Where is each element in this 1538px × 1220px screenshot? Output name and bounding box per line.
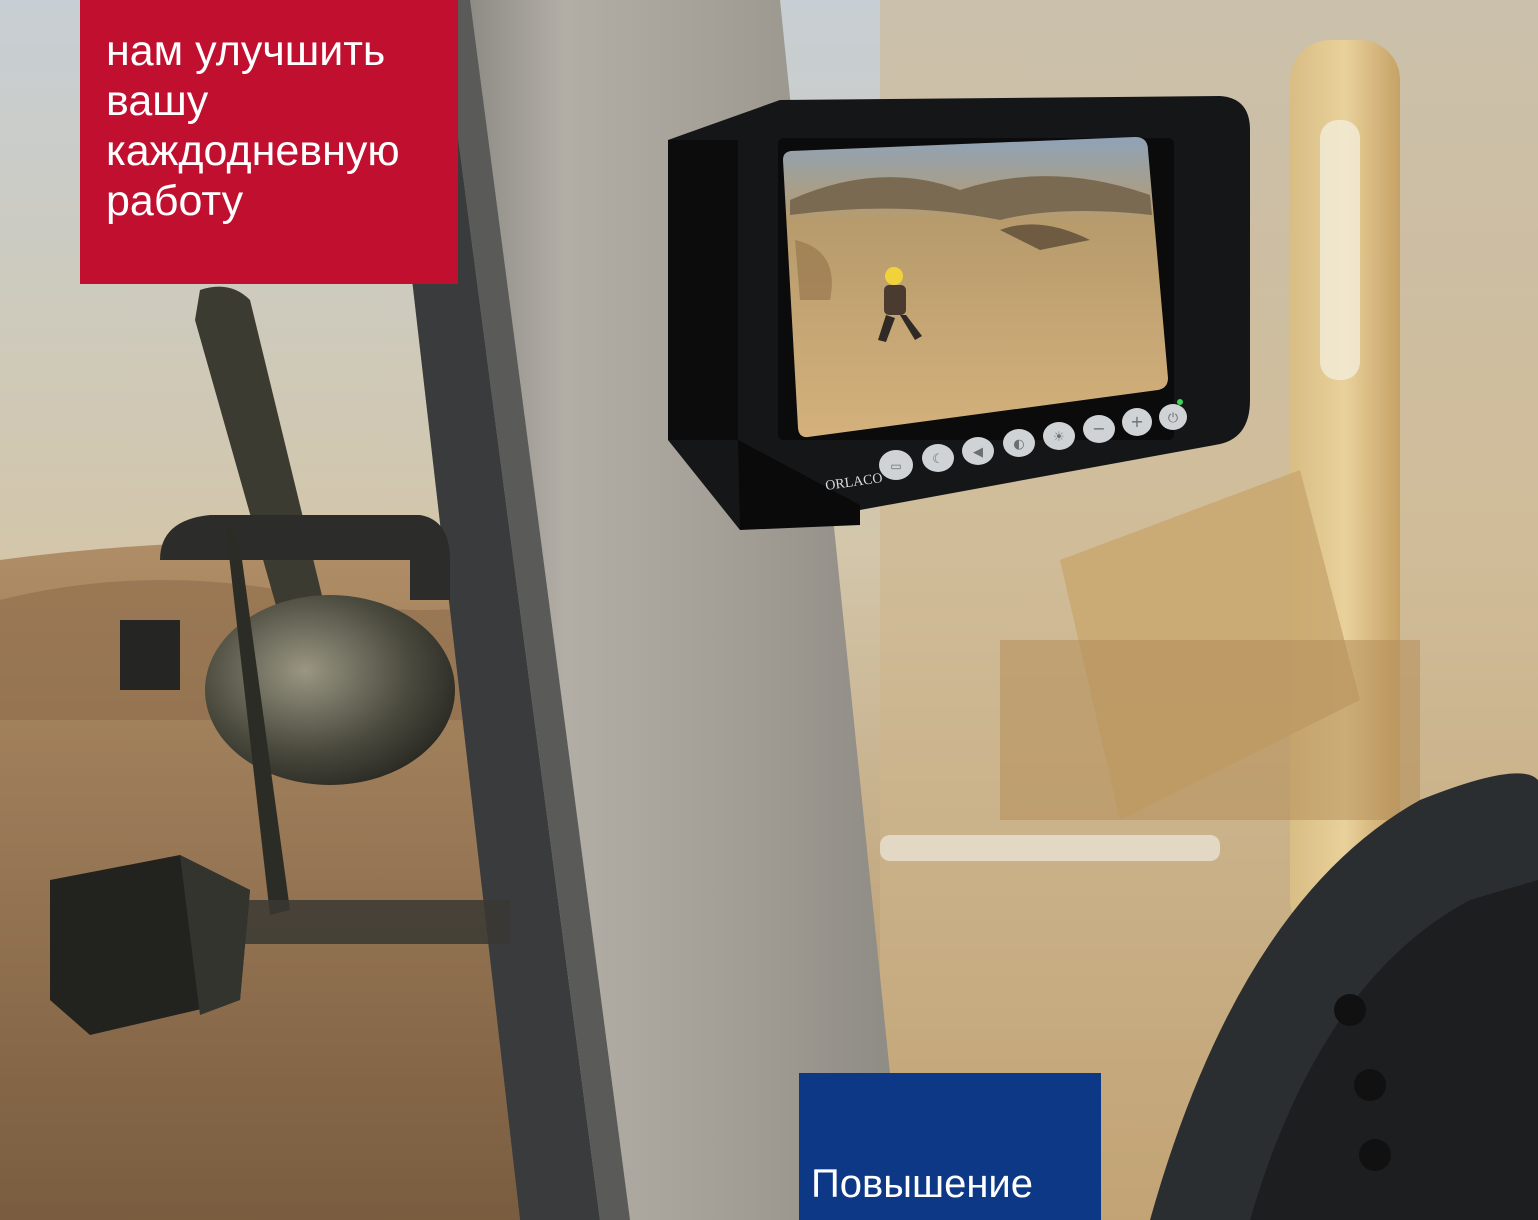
headline-line-4: работу (106, 177, 244, 225)
headline-line-3: каждодневную (106, 127, 400, 175)
headline-line-1: нам улучшить (106, 27, 386, 75)
plus-icon: + (1130, 412, 1143, 431)
contrast-icon: ◐ (1013, 437, 1024, 452)
camera-switch-icon: ▭ (890, 459, 901, 473)
caption-panel: Повышение (799, 1073, 1101, 1220)
headline-line-2: вашу (106, 77, 209, 125)
volume-icon: ◀ (973, 445, 983, 460)
monitor-screen (783, 137, 1168, 438)
minus-icon: − (1092, 419, 1105, 438)
brightness-icon: ☀ (1053, 430, 1065, 445)
power-icon: ⏻ (1168, 411, 1178, 426)
power-led (1177, 399, 1183, 405)
headline-panel: нам улучшить вашу каждодневную работу (80, 0, 458, 284)
night-mode-icon: ☾ (932, 452, 944, 467)
caption-text: Повышение (811, 1162, 1034, 1206)
